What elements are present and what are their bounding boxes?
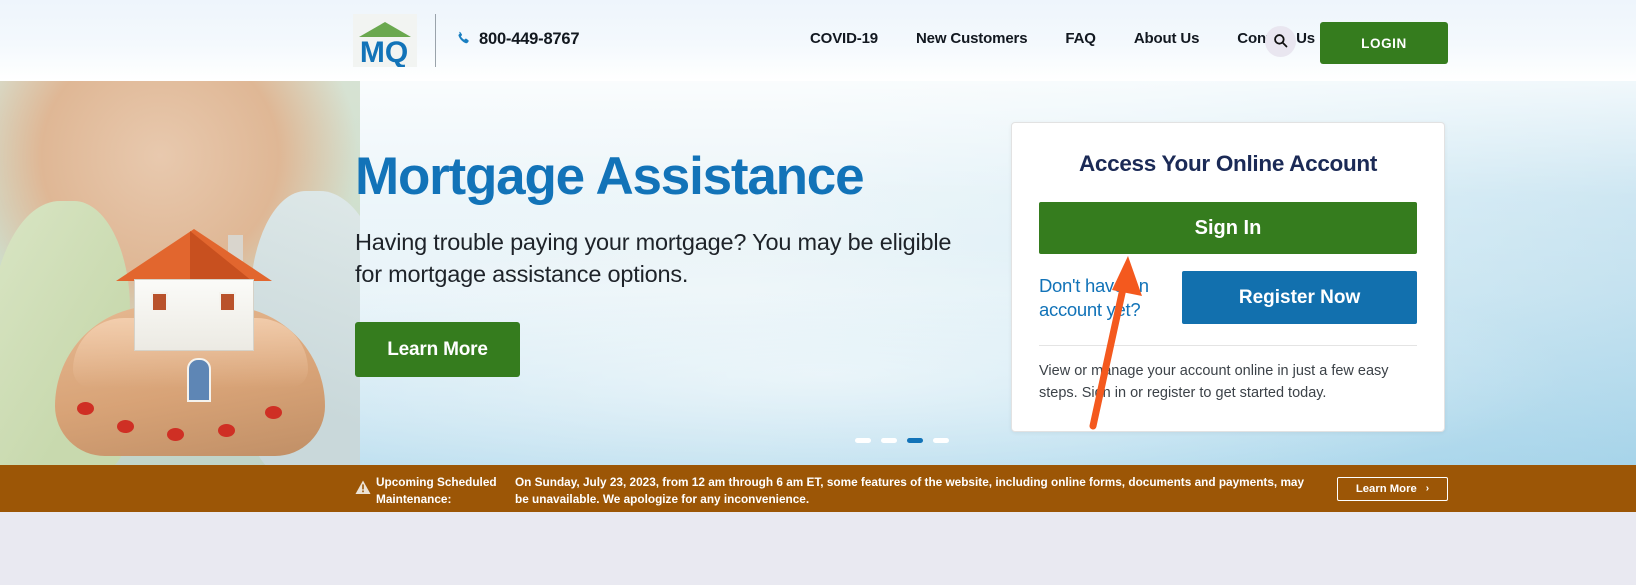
register-row: Don't have an account yet? Register Now [1039,271,1417,324]
phone-number: 800-449-8767 [479,30,580,48]
maintenance-banner: Upcoming Scheduled Maintenance: On Sunda… [0,465,1636,512]
hero-learn-more-button[interactable]: Learn More [355,322,520,378]
search-button[interactable] [1265,26,1296,57]
hero-photo-hands-holding-house [0,81,360,465]
main-navigation: COVID-19 New Customers FAQ About Us Cont… [810,30,1315,47]
chevron-right-icon: › [1425,483,1430,494]
access-online-account-card: Access Your Online Account Sign In Don't… [1011,122,1445,432]
hero-content: Mortgage Assistance Having trouble payin… [355,147,975,378]
page-root: MQ 800-449-8767 COVID-19 New Customers F… [0,0,1636,585]
maintenance-learn-more-button[interactable]: Learn More › [1337,477,1448,501]
register-now-button[interactable]: Register Now [1182,271,1417,324]
card-note: View or manage your account online in ju… [1039,363,1389,402]
carousel-dot-3-active[interactable] [907,438,923,443]
mq-logo[interactable]: MQ [353,14,417,67]
header-divider [435,14,436,67]
carousel-dot-4[interactable] [933,438,949,443]
hero-title: Mortgage Assistance [355,147,865,206]
house-illustration [116,229,272,402]
footer-strip [0,512,1636,585]
nav-item-faq[interactable]: FAQ [1065,30,1096,47]
card-divider [1039,345,1417,346]
nav-item-new-customers[interactable]: New Customers [916,30,1028,47]
phone-block[interactable]: 800-449-8767 [456,30,580,49]
sign-in-button[interactable]: Sign In [1039,202,1417,254]
carousel-dot-2[interactable] [881,438,897,443]
maintenance-learn-more-label: Learn More [1355,483,1417,495]
card-title: Access Your Online Account [1078,151,1378,176]
phone-icon [456,31,471,49]
hero-subtitle: Having trouble paying your mortgage? You… [355,228,952,288]
search-icon [1273,33,1288,51]
svg-text:MQ: MQ [360,36,408,67]
login-button[interactable]: LOGIN [1320,22,1448,64]
nav-item-covid-19[interactable]: COVID-19 [810,30,878,47]
warning-triangle-icon [355,480,371,495]
carousel-dot-1[interactable] [855,438,871,443]
maintenance-message: On Sunday, July 23, 2023, from 12 am thr… [515,475,1305,507]
nav-item-about-us[interactable]: About Us [1134,30,1200,47]
no-account-link[interactable]: Don't have an account yet? [1039,274,1170,320]
maintenance-label: Upcoming Scheduled Maintenance: [376,475,497,507]
carousel-pagination [855,438,949,443]
site-header: MQ 800-449-8767 COVID-19 New Customers F… [0,0,1636,81]
